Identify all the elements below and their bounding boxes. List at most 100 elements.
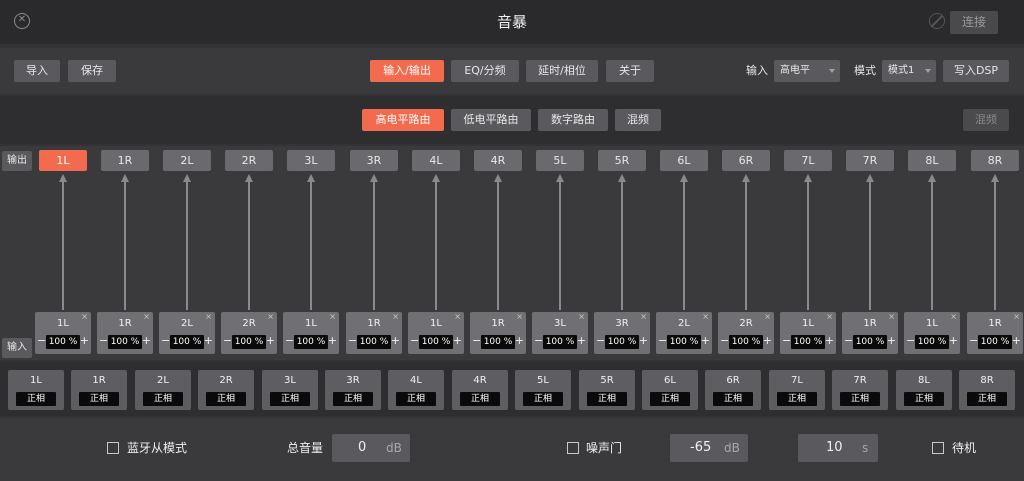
phase-toggle-button[interactable]: 正相: [587, 392, 627, 406]
phase-toggle-button[interactable]: 正相: [16, 392, 56, 406]
phase-toggle-button[interactable]: 正相: [460, 392, 500, 406]
increase-button[interactable]: +: [825, 334, 834, 347]
noise-gate-checkbox[interactable]: [567, 442, 579, 454]
increase-button[interactable]: +: [453, 334, 462, 347]
master-volume-field[interactable]: 0 dB: [332, 434, 410, 462]
output-button-8r[interactable]: 8R: [971, 150, 1019, 171]
phase-toggle-button[interactable]: 正相: [904, 392, 944, 406]
decrease-button[interactable]: −: [906, 334, 915, 347]
decrease-button[interactable]: −: [37, 334, 46, 347]
decrease-button[interactable]: −: [161, 334, 170, 347]
decrease-button[interactable]: −: [969, 334, 978, 347]
input-source-label[interactable]: 1L: [283, 318, 339, 329]
connect-button[interactable]: 连接: [950, 11, 998, 34]
increase-button[interactable]: +: [639, 334, 648, 347]
output-button-4l[interactable]: 4L: [412, 150, 460, 171]
mix-percent-field[interactable]: 100 %: [853, 335, 887, 349]
mix-percent-field[interactable]: 100 %: [543, 335, 577, 349]
mix-percent-field[interactable]: 100 %: [357, 335, 391, 349]
input-source-label[interactable]: 1R: [967, 318, 1023, 329]
increase-button[interactable]: +: [328, 334, 337, 347]
mix-percent-field[interactable]: 100 %: [419, 335, 453, 349]
input-source-label[interactable]: 1R: [842, 318, 898, 329]
output-button-4r[interactable]: 4R: [474, 150, 522, 171]
input-source-label[interactable]: 1R: [470, 318, 526, 329]
output-button-7l[interactable]: 7L: [784, 150, 832, 171]
mix-percent-field[interactable]: 100 %: [170, 335, 204, 349]
noise-gate-field[interactable]: -65 dB: [670, 434, 748, 462]
mix-percent-field[interactable]: 100 %: [605, 335, 639, 349]
mix-percent-field[interactable]: 100 %: [729, 335, 763, 349]
mix-percent-field[interactable]: 100 %: [481, 335, 515, 349]
output-button-5l[interactable]: 5L: [536, 150, 584, 171]
output-button-2r[interactable]: 2R: [225, 150, 273, 171]
input-source-label[interactable]: 1L: [780, 318, 836, 329]
decrease-button[interactable]: −: [99, 334, 108, 347]
increase-button[interactable]: +: [204, 334, 213, 347]
increase-button[interactable]: +: [80, 334, 89, 347]
input-select[interactable]: 高电平: [774, 60, 840, 82]
decrease-button[interactable]: −: [534, 334, 543, 347]
phase-toggle-button[interactable]: 正相: [143, 392, 183, 406]
phase-toggle-button[interactable]: 正相: [270, 392, 310, 406]
phase-toggle-button[interactable]: 正相: [206, 392, 246, 406]
decrease-button[interactable]: −: [223, 334, 232, 347]
bluetooth-slave-checkbox[interactable]: [107, 442, 119, 454]
output-button-3l[interactable]: 3L: [287, 150, 335, 171]
mix-percent-field[interactable]: 100 %: [294, 335, 328, 349]
increase-button[interactable]: +: [515, 334, 524, 347]
tab-about[interactable]: 关于: [606, 60, 654, 82]
phase-toggle-button[interactable]: 正相: [777, 392, 817, 406]
save-button[interactable]: 保存: [68, 60, 116, 82]
output-button-5r[interactable]: 5R: [598, 150, 646, 171]
standby-checkbox[interactable]: [932, 442, 944, 454]
mix-percent-field[interactable]: 100 %: [232, 335, 266, 349]
decrease-button[interactable]: −: [285, 334, 294, 347]
decrease-button[interactable]: −: [720, 334, 729, 347]
phase-toggle-button[interactable]: 正相: [967, 392, 1007, 406]
tab-eq-crossover[interactable]: EQ/分频: [451, 60, 519, 82]
decrease-button[interactable]: −: [658, 334, 667, 347]
input-source-label[interactable]: 2L: [159, 318, 215, 329]
tab-low-level-route[interactable]: 低电平路由: [451, 109, 531, 131]
increase-button[interactable]: +: [266, 334, 275, 347]
increase-button[interactable]: +: [577, 334, 586, 347]
input-source-label[interactable]: 2R: [718, 318, 774, 329]
phase-toggle-button[interactable]: 正相: [650, 392, 690, 406]
output-button-1r[interactable]: 1R: [101, 150, 149, 171]
tab-high-level-route[interactable]: 高电平路由: [362, 109, 444, 131]
mix-percent-field[interactable]: 100 %: [667, 335, 701, 349]
phase-toggle-button[interactable]: 正相: [840, 392, 880, 406]
increase-button[interactable]: +: [1012, 334, 1021, 347]
decrease-button[interactable]: −: [782, 334, 791, 347]
decrease-button[interactable]: −: [472, 334, 481, 347]
phase-toggle-button[interactable]: 正相: [79, 392, 119, 406]
increase-button[interactable]: +: [949, 334, 958, 347]
decrease-button[interactable]: −: [348, 334, 357, 347]
increase-button[interactable]: +: [763, 334, 772, 347]
input-source-label[interactable]: 1R: [97, 318, 153, 329]
output-button-6l[interactable]: 6L: [660, 150, 708, 171]
increase-button[interactable]: +: [887, 334, 896, 347]
input-source-label[interactable]: 3R: [594, 318, 650, 329]
mix-percent-field[interactable]: 100 %: [108, 335, 142, 349]
input-source-label[interactable]: 2R: [221, 318, 277, 329]
mix-button[interactable]: 混频: [963, 109, 1009, 131]
decrease-button[interactable]: −: [844, 334, 853, 347]
mix-percent-field[interactable]: 100 %: [915, 335, 949, 349]
tab-digital-route[interactable]: 数字路由: [538, 109, 608, 131]
input-source-label[interactable]: 2L: [656, 318, 712, 329]
output-button-2l[interactable]: 2L: [163, 150, 211, 171]
increase-button[interactable]: +: [701, 334, 710, 347]
decrease-button[interactable]: −: [596, 334, 605, 347]
output-button-6r[interactable]: 6R: [722, 150, 770, 171]
decrease-button[interactable]: −: [410, 334, 419, 347]
time-field[interactable]: 10 s: [798, 434, 878, 462]
input-source-label[interactable]: 1L: [904, 318, 960, 329]
phase-toggle-button[interactable]: 正相: [396, 392, 436, 406]
increase-button[interactable]: +: [391, 334, 400, 347]
mode-select[interactable]: 模式1: [882, 60, 936, 82]
mix-percent-field[interactable]: 100 %: [978, 335, 1012, 349]
mix-percent-field[interactable]: 100 %: [791, 335, 825, 349]
output-button-1l[interactable]: 1L: [39, 150, 87, 171]
